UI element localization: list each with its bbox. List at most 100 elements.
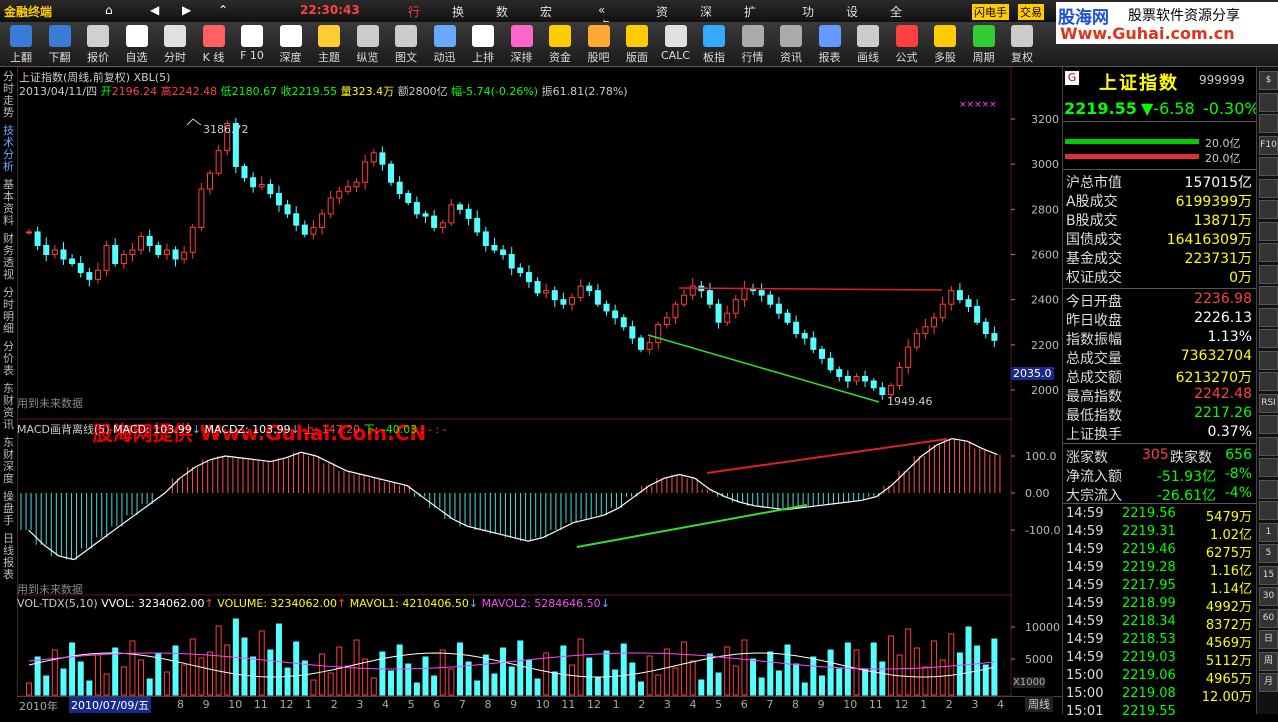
toolbar-button-fund[interactable]: 资金 — [543, 24, 577, 64]
left-tab[interactable]: 分时明细 — [1, 287, 16, 335]
collapse-icon[interactable]: ⌃ — [218, 3, 228, 17]
graphic-icon — [395, 25, 417, 47]
chart-area[interactable]: 3200 3000 2800 2600 2400 2200 2000 3186.72 1949.… — [17, 67, 1062, 713]
toolbar-button-info[interactable]: 资讯 — [774, 24, 808, 64]
toolbar-button-multi-stock[interactable]: 多股 — [928, 24, 962, 64]
volume-bar — [629, 662, 636, 696]
side-button[interactable] — [1259, 372, 1278, 391]
side-button[interactable] — [1259, 92, 1278, 112]
volume-bar — [241, 637, 248, 696]
candle-body — [793, 321, 800, 335]
toolbar-button-market[interactable]: 行情 — [736, 24, 770, 64]
volume-bar — [818, 675, 825, 696]
left-tab[interactable]: 技术分析 — [1, 125, 16, 173]
intraday-icon — [164, 25, 186, 47]
x-axis-start: 2010年 — [19, 700, 58, 713]
side-button[interactable]: 日 — [1259, 630, 1278, 649]
candle-body — [620, 317, 627, 328]
toolbar-button-quote[interactable]: 报价 — [81, 24, 115, 64]
toolbar-button-intraday[interactable]: 分时 — [158, 24, 192, 64]
side-button[interactable] — [1259, 243, 1278, 262]
toolbar-button-calc[interactable]: CALC — [659, 24, 693, 64]
left-tab[interactable]: 日线报表 — [1, 533, 16, 581]
side-button[interactable]: 60 — [1259, 608, 1278, 628]
toolbar-button-formula[interactable]: 公式 — [890, 24, 924, 64]
side-button[interactable]: 1 — [1259, 522, 1278, 542]
side-button[interactable]: 5 — [1259, 544, 1278, 563]
side-button[interactable] — [1259, 350, 1278, 370]
f6-icon — [125, 25, 148, 47]
side-button[interactable] — [1259, 329, 1278, 348]
volume-bar — [853, 649, 860, 696]
back-icon[interactable]: ◀ — [150, 3, 159, 17]
toolbar-button-down-arrow[interactable]: 下翻 — [43, 24, 77, 64]
toolbar-button-f10[interactable]: F 10 — [235, 24, 269, 64]
side-button[interactable] — [1259, 415, 1278, 434]
side-button[interactable] — [1259, 178, 1278, 198]
side-button[interactable] — [1259, 221, 1278, 241]
toolbar-button-kline[interactable]: K 线 — [197, 24, 231, 64]
x-axis-month: 10 — [535, 698, 550, 711]
left-tab[interactable]: 分时走势 — [1, 71, 16, 119]
left-tab[interactable]: 分价表 — [1, 341, 16, 377]
adjust-icon — [1011, 25, 1033, 47]
x-axis-month: 11 — [868, 698, 883, 711]
cursor-price-tag: 2035.0 — [1011, 367, 1054, 380]
volume-bar — [26, 682, 32, 696]
volume-bar — [594, 676, 601, 696]
toolbar-button-top-rank[interactable]: 上排 — [466, 24, 500, 64]
left-tab[interactable]: 操盘手 — [1, 491, 16, 527]
side-button[interactable] — [1259, 307, 1278, 327]
toolbar-button-report[interactable]: 报表 — [813, 24, 847, 64]
toolbar-button-period[interactable]: 周期 — [967, 24, 1001, 64]
trade-button[interactable]: 交易 — [1018, 4, 1044, 20]
toolbar-button-graphic[interactable]: 图文 — [389, 24, 423, 64]
lightning-trade-button[interactable]: 闪电手 — [972, 4, 1009, 20]
side-button[interactable] — [1259, 114, 1278, 133]
volume-bar — [146, 678, 153, 696]
toolbar-button-theme[interactable]: 主题 — [312, 24, 346, 64]
toolbar-button-news[interactable]: 动迅 — [428, 24, 462, 64]
toolbar-button-forum[interactable]: 股吧 — [582, 24, 616, 64]
toolbar-button-f6[interactable]: 自选 — [120, 24, 154, 64]
side-button[interactable] — [1259, 458, 1278, 477]
side-button[interactable] — [1259, 157, 1278, 176]
side-button[interactable]: RSI — [1259, 393, 1278, 413]
layout-icon — [626, 25, 648, 47]
candle-body — [646, 342, 653, 350]
flow-row: 大宗流入 -26.61亿 -4% — [1064, 484, 1256, 504]
change-value: -5.74(-0.26%) — [462, 85, 539, 98]
side-button[interactable]: F10 — [1259, 135, 1278, 155]
side-button[interactable] — [1259, 436, 1278, 456]
side-button[interactable] — [1259, 264, 1278, 284]
toolbar-button-overview[interactable]: 纵览 — [351, 24, 385, 64]
x-axis-month: 10 — [843, 698, 858, 711]
toolbar-button-sector-index[interactable]: 板指 — [697, 24, 731, 64]
candle-body — [155, 244, 162, 255]
forward-icon[interactable]: ▶ — [182, 3, 191, 17]
home-icon[interactable]: ⌂ — [105, 3, 113, 17]
side-button[interactable]: 30 — [1259, 587, 1278, 606]
period-tab[interactable]: 周线 — [1025, 696, 1053, 712]
toolbar-label: 股吧 — [587, 51, 610, 64]
x-axis-month: 4 — [382, 698, 389, 711]
left-tab[interactable]: 基本资料 — [1, 179, 16, 227]
side-button[interactable] — [1259, 479, 1278, 499]
toolbar-button-layout[interactable]: 版面 — [620, 24, 654, 64]
toolbar-button-sz-rank[interactable]: 深排 — [505, 24, 539, 64]
left-tab[interactable]: 财务透视 — [1, 233, 16, 281]
price-tick-label: 2800 — [1031, 203, 1059, 216]
side-button[interactable]: 周 — [1259, 651, 1278, 671]
info-icon — [780, 25, 802, 47]
toolbar-button-adjust[interactable]: 复权 — [1005, 24, 1039, 64]
side-button[interactable] — [1259, 286, 1278, 305]
toolbar-button-f9[interactable]: 深度 — [274, 24, 308, 64]
side-button[interactable]: $ — [1259, 71, 1278, 90]
up-count-label: 涨家数 — [1066, 450, 1108, 466]
toolbar-button-up-arrow[interactable]: 上翻 — [4, 24, 38, 64]
side-button[interactable] — [1259, 200, 1278, 219]
side-button[interactable]: 15 — [1259, 565, 1278, 585]
side-button[interactable]: 月 — [1259, 673, 1278, 692]
toolbar-button-draw-line[interactable]: 画线 — [851, 24, 885, 64]
side-button[interactable] — [1259, 501, 1278, 520]
